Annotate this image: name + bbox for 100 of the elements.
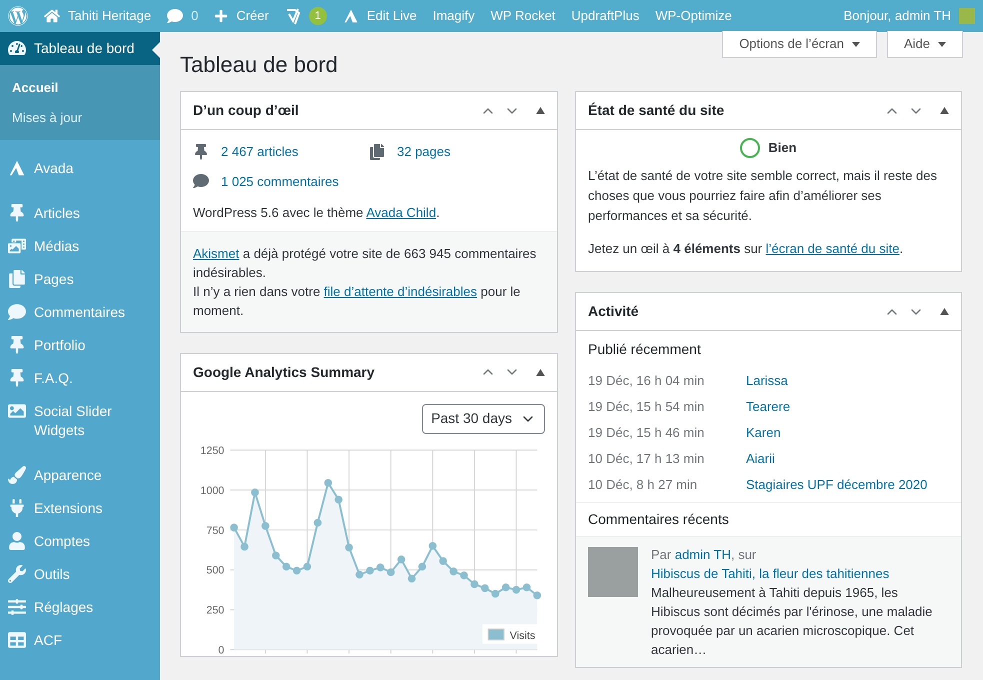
data-point <box>262 522 270 530</box>
submenu-item[interactable]: Accueil <box>0 73 160 102</box>
data-point <box>533 590 542 599</box>
caret-icon <box>852 42 860 46</box>
toolbar-link[interactable]: UpdraftPlus <box>571 6 640 26</box>
health-ring-icon <box>740 138 760 158</box>
post-link[interactable]: Hibiscus de Tahiti, la fleur des tahitiennes <box>651 566 890 581</box>
y-tick-label: 1000 <box>200 484 224 496</box>
collapse-icon[interactable] <box>940 107 949 114</box>
brush-icon <box>8 466 26 484</box>
new-link[interactable]: Créer <box>214 6 269 26</box>
sliders-icon <box>8 598 26 616</box>
edit-live-link[interactable]: Edit Live <box>342 6 417 26</box>
post-date: 19 Déc, 15 h 46 min <box>588 424 706 442</box>
post-date: 10 Déc, 17 h 13 min <box>588 450 706 468</box>
data-point <box>345 543 353 551</box>
comment-icon <box>8 303 26 321</box>
health-status: Bien <box>768 139 797 157</box>
post-link[interactable]: Larissa <box>746 371 788 391</box>
theme-link[interactable]: Avada Child <box>366 205 436 220</box>
legend-swatch <box>488 628 504 640</box>
post-date: 10 Déc, 8 h 27 min <box>588 476 698 494</box>
data-point <box>512 585 520 594</box>
toolbar-link[interactable]: WP-Optimize <box>655 6 732 26</box>
akismet-link[interactable]: Akismet <box>193 246 240 260</box>
submenu-item[interactable]: Mises à jour <box>0 102 160 132</box>
y-tick-label: 750 <box>206 524 224 536</box>
articles-link[interactable]: 2 467 articles <box>193 142 369 162</box>
site-link[interactable]: Tahiti Heritage <box>44 6 152 26</box>
sidebar-item[interactable]: Outils <box>0 558 160 591</box>
data-point <box>450 567 458 575</box>
wordpress-logo-icon[interactable] <box>8 6 28 26</box>
data-point <box>314 518 322 526</box>
version-text: WordPress 5.6 avec le thème Avada Child. <box>193 204 441 222</box>
table-icon <box>8 631 26 649</box>
plug-icon <box>8 499 26 517</box>
data-point <box>439 556 448 564</box>
widget-title: Google Analytics Summary <box>193 362 375 382</box>
post-link[interactable]: Aiarii <box>746 449 775 469</box>
site-health-link[interactable]: l’écran de santé du site <box>766 241 900 256</box>
comments-link[interactable]: 0 <box>167 6 198 26</box>
image-icon <box>8 402 26 420</box>
sidebar-item[interactable]: Comptes <box>0 525 160 558</box>
data-point <box>408 574 416 582</box>
post-link[interactable]: Stagiaires UPF décembre 2020 <box>746 475 928 495</box>
post-link[interactable]: Karen <box>746 423 781 443</box>
data-point <box>491 589 500 598</box>
sidebar-item[interactable]: Apparence <box>0 459 160 492</box>
sidebar-item[interactable]: Social Slider Widgets <box>0 395 160 447</box>
data-point <box>282 562 290 570</box>
author-link[interactable]: admin TH <box>674 547 731 562</box>
toolbar-link[interactable]: WP Rocket <box>490 6 556 26</box>
y-tick-label: 1250 <box>200 444 224 457</box>
seo-icon[interactable] <box>284 7 301 25</box>
sidebar-item[interactable]: F.A.Q. <box>0 362 160 395</box>
sidebar-item[interactable]: ACF <box>0 624 160 657</box>
screen-tab-button[interactable]: Aide <box>886 31 963 58</box>
sidebar-item[interactable]: Pages <box>0 263 160 296</box>
widget-title: D’un coup d’œil <box>193 101 299 120</box>
legend-label: Visits <box>510 629 536 642</box>
caret-icon <box>938 42 946 46</box>
toolbar-link[interactable]: Imagify <box>432 6 475 26</box>
sidebar-item[interactable]: Commentaires <box>0 296 160 329</box>
dashboard-icon <box>8 39 26 57</box>
sidebar-item[interactable]: Médias <box>0 230 160 263</box>
y-tick-label: 0 <box>218 644 224 656</box>
data-point <box>428 542 437 550</box>
comment-excerpt: Malheureusement à Tahiti depuis 1965, les Hibiscus sont décimés par l'érinose, une maladie provoquée par un acarien microscopique. Cet acarien… <box>651 584 934 659</box>
period-select[interactable]: Past 30 days <box>422 404 545 434</box>
data-point <box>481 584 489 592</box>
pages-link[interactable]: 32 pages <box>369 142 545 162</box>
account-link[interactable]: Bonjour, admin TH <box>844 6 951 26</box>
sidebar-item[interactable]: Articles <box>0 197 160 230</box>
post-link[interactable]: Tearere <box>746 397 790 417</box>
sidebar-item[interactable]: Extensions <box>0 492 160 525</box>
sidebar-item[interactable]: Tableau de bord <box>0 32 160 65</box>
data-point <box>272 551 280 559</box>
data-point <box>334 495 342 504</box>
data-point <box>386 568 395 576</box>
data-point <box>230 523 238 531</box>
data-point <box>251 488 259 496</box>
spam-queue-link[interactable]: file d’attente d’indésirables <box>324 284 478 298</box>
home-icon <box>44 8 60 24</box>
collapse-icon[interactable] <box>536 107 545 114</box>
sidebar-item[interactable]: Avada <box>0 152 160 185</box>
collapse-icon[interactable] <box>536 368 545 376</box>
comment-icon <box>193 173 209 190</box>
screen-tab-button[interactable]: Options de l’écran <box>722 31 877 58</box>
avatar <box>959 8 975 24</box>
data-point <box>324 478 332 486</box>
pin-icon <box>193 144 209 160</box>
data-point <box>292 566 301 574</box>
sidebar-item[interactable]: Portfolio <box>0 329 160 362</box>
comments-link[interactable]: 1 025 commentaires <box>193 172 369 191</box>
user-icon <box>8 532 26 550</box>
y-tick-label: 500 <box>206 564 224 576</box>
sidebar-item[interactable]: Réglages <box>0 591 160 624</box>
notification-count: 1 <box>308 7 327 25</box>
data-point <box>376 563 384 571</box>
collapse-icon[interactable] <box>940 308 949 315</box>
